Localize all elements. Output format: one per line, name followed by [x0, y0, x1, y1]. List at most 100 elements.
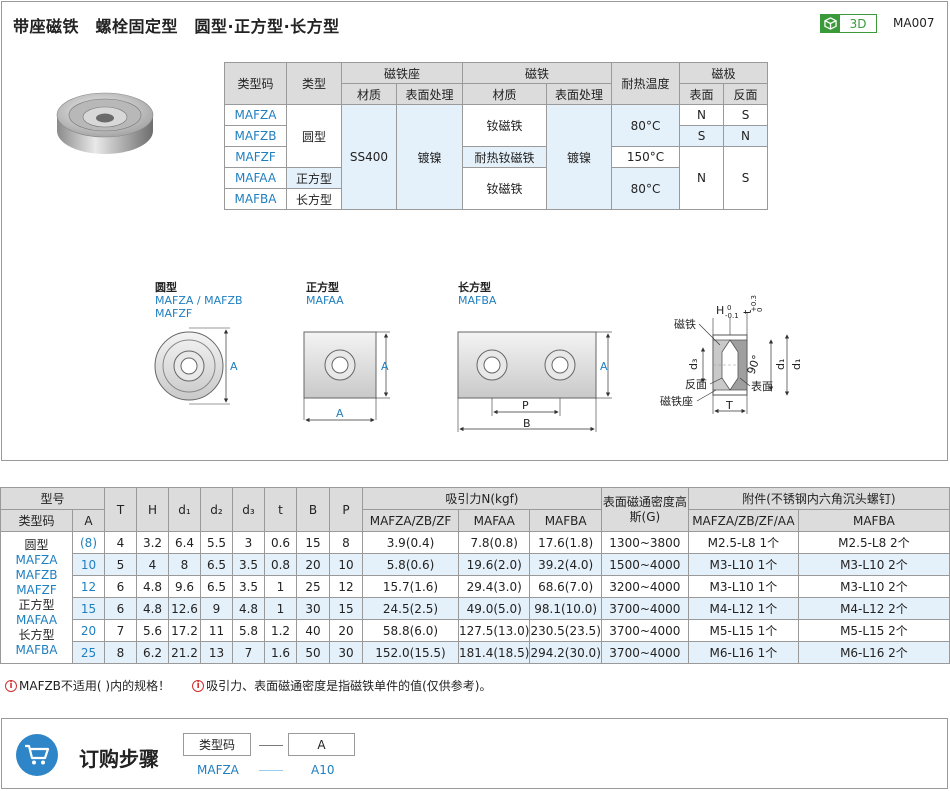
cell-force-3: 230.5(23.5) — [529, 619, 602, 642]
dim-label: H — [716, 304, 724, 317]
table-header-t: t — [264, 487, 297, 532]
cell-d3: 5.8 — [232, 619, 265, 642]
spec-pole-face: N — [679, 104, 724, 126]
technical-drawings: A A A A P B H 0 -0.1 t +0.3 0 d₃ d₁ d₁ 9… — [154, 295, 803, 432]
cell-d2: 6.5 — [200, 553, 233, 576]
model-code: MAFAA — [15, 612, 58, 627]
cell-P: 12 — [329, 575, 363, 598]
order-steps: 订购步骤 类型码 A MAFZA A10 — [1, 718, 948, 789]
cell-force-2: 7.8(0.8) — [457, 531, 531, 554]
dim-label: d₁ — [790, 359, 803, 370]
notes: i MAFZB不适用( )内的规格！ i 吸引力、表面磁通密度是指磁铁单件的值(仅供… — [5, 677, 491, 694]
cell-d3: 3 — [232, 531, 265, 554]
cell-t: 1.6 — [264, 641, 297, 664]
table-header-d2: d₂ — [200, 487, 233, 532]
cell-force-2: 49.0(5.0) — [457, 597, 531, 620]
spec-code[interactable]: MAFZB — [224, 125, 287, 147]
cell-force-1: 58.8(6.0) — [362, 619, 459, 642]
spec-code[interactable]: MAFAA — [224, 167, 287, 189]
cell-force-1: 24.5(2.5) — [362, 597, 459, 620]
spec-code[interactable]: MAFZA — [224, 104, 287, 126]
cell-A[interactable]: 25 — [72, 641, 105, 664]
section-drawing: H 0 -0.1 t +0.3 0 d₃ d₁ d₁ 90° T 磁铁 反面 表… — [660, 295, 803, 414]
cell-force-1: 15.7(1.6) — [362, 575, 459, 598]
table-header-B: B — [296, 487, 330, 532]
cell-H: 4 — [136, 553, 169, 576]
cell-t: 1 — [264, 597, 297, 620]
cell-d3: 3.5 — [232, 553, 265, 576]
spec-header-face: 表面 — [679, 83, 724, 105]
dim-label: A — [336, 407, 344, 420]
table-header-force-2: MAFAA — [457, 509, 531, 532]
model-column: 圆型 MAFZA MAFZB MAFZF 正方型 MAFAA 长方型 MAFBA — [0, 531, 73, 664]
cell-B: 50 — [296, 641, 330, 664]
dim-label: B — [523, 417, 531, 430]
cell-t: 0.8 — [264, 553, 297, 576]
cell-T: 7 — [104, 619, 137, 642]
cell-A[interactable]: 10 — [72, 553, 105, 576]
product-photo — [56, 92, 154, 154]
table-row: 12 6 4.8 9.6 6.5 3.5 1 25 12 15.7(1.6) 2… — [1, 575, 950, 598]
cell-density: 3700~4000 — [600, 619, 689, 642]
spec-header-magnet: 磁铁 — [462, 62, 612, 84]
cell-t: 0.6 — [264, 531, 297, 554]
cell-force-3: 294.2(30.0) — [529, 641, 602, 664]
cell-d1: 17.2 — [168, 619, 201, 642]
spec-type: 圆型 — [286, 104, 342, 168]
dim-label: d₃ — [687, 359, 700, 370]
model-type: 长方型 — [18, 627, 55, 642]
model-code: MAFZF — [16, 582, 57, 597]
cell-H: 5.6 — [136, 619, 169, 642]
cell-acc-1: M5-L15 1个 — [687, 619, 799, 642]
cell-force-3: 39.2(4.0) — [529, 553, 602, 576]
section-label-magnet: 磁铁 — [674, 318, 696, 331]
spec-header-material: 材质 — [462, 83, 547, 105]
rect-drawing: A P B — [457, 331, 612, 432]
dim-tolerance: 0 — [756, 308, 764, 312]
cube-icon — [821, 15, 840, 32]
order-value-A: A10 — [311, 763, 335, 777]
cell-acc-2: M2.5-L8 2个 — [797, 531, 950, 554]
cell-A[interactable]: 20 — [72, 619, 105, 642]
order-header-code: 类型码 — [183, 733, 251, 756]
cell-d1: 8 — [168, 553, 201, 576]
cell-force-1: 5.8(0.6) — [362, 553, 459, 576]
cell-density: 3700~4000 — [600, 641, 689, 664]
spec-type: 长方型 — [286, 188, 342, 210]
spec-magnet-material: 钕磁铁 — [462, 167, 547, 210]
3d-badge[interactable]: 3D — [820, 14, 877, 33]
table-header-A: A — [72, 509, 105, 532]
cell-acc-2: M3-L10 2个 — [797, 553, 950, 576]
spec-pole-face: S — [679, 125, 724, 147]
dimension-table: 型号 T H d₁ d₂ d₃ t B P 吸引力N(kgf) 表面磁通密度高斯… — [0, 487, 950, 664]
spec-header-surface: 表面处理 — [546, 83, 612, 105]
cell-acc-2: M3-L10 2个 — [797, 575, 950, 598]
cell-H: 6.2 — [136, 641, 169, 664]
cell-P: 10 — [329, 553, 363, 576]
cell-force-2: 181.4(18.5) — [457, 641, 531, 664]
cell-A[interactable]: (8) — [72, 531, 105, 554]
dim-label: A — [381, 360, 389, 373]
order-header-A: A — [288, 733, 355, 756]
spec-temp: 80°C — [611, 167, 680, 210]
cell-T: 6 — [104, 597, 137, 620]
spec-code[interactable]: MAFZF — [224, 146, 287, 168]
cell-force-2: 29.4(3.0) — [457, 575, 531, 598]
cell-d2: 6.5 — [200, 575, 233, 598]
cell-acc-2: M5-L15 2个 — [797, 619, 950, 642]
dim-label: A — [600, 360, 608, 373]
info-icon: i — [192, 679, 205, 692]
table-row: 10 5 4 8 6.5 3.5 0.8 20 10 5.8(0.6) 19.6… — [1, 553, 950, 576]
spec-magnet-surface: 镀镍 — [546, 104, 612, 210]
dim-label: A — [230, 360, 238, 373]
spec-magnet-material: 钕磁铁 — [462, 104, 547, 147]
cell-force-1: 3.9(0.4) — [362, 531, 459, 554]
cell-A[interactable]: 12 — [72, 575, 105, 598]
cell-force-2: 19.6(2.0) — [457, 553, 531, 576]
cell-A[interactable]: 15 — [72, 597, 105, 620]
cell-acc-1: M3-L10 1个 — [687, 553, 799, 576]
cell-acc-2: M4-L12 2个 — [797, 597, 950, 620]
spec-code[interactable]: MAFBA — [224, 188, 287, 210]
spec-header-surface: 表面处理 — [396, 83, 463, 105]
3d-label: 3D — [849, 16, 867, 31]
